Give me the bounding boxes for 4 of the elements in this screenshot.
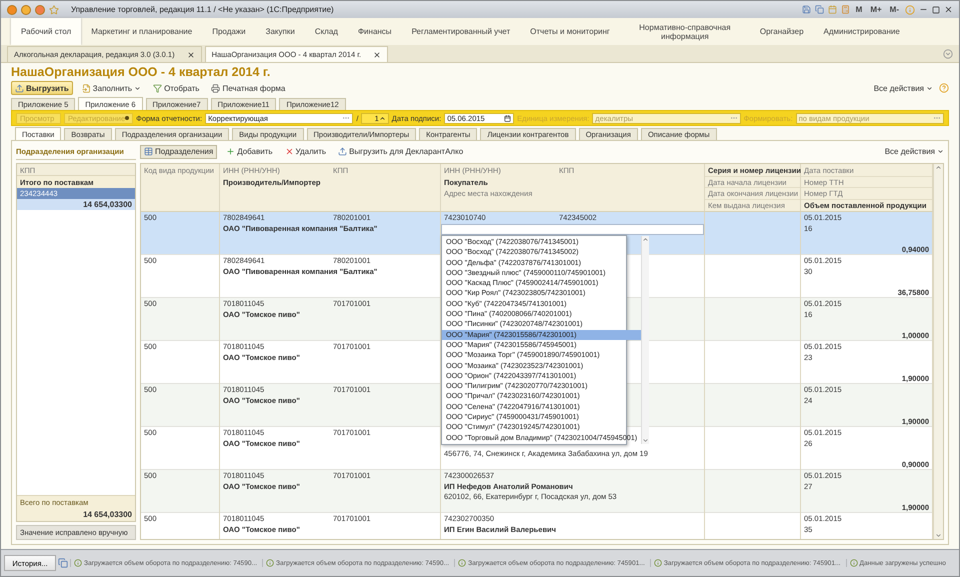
window-title: Управление торговлей, редакция 11.1 / <Не указан> (1С:Предприятие) xyxy=(71,5,335,14)
total-cell-text: 14 654,03300 xyxy=(82,199,133,210)
footer-total: 14 654,03300 xyxy=(82,509,133,521)
form-title: НашаОрганизация ООО - 4 квартал 2014 г. xyxy=(11,64,272,80)
